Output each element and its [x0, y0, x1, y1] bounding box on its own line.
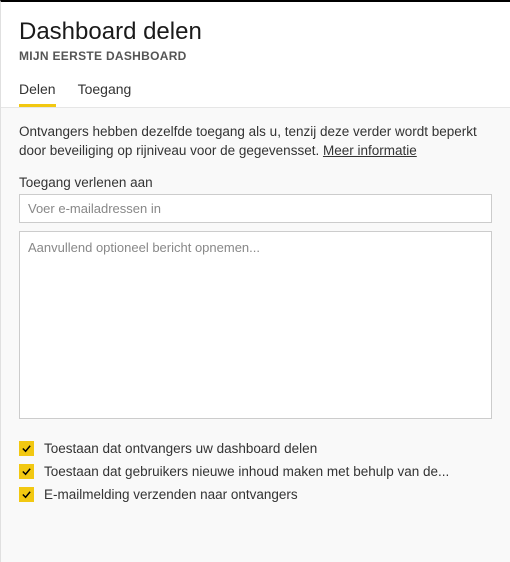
share-dashboard-panel: Dashboard delen MIJN EERSTE DASHBOARD De… — [1, 2, 510, 562]
checkmark-icon — [19, 487, 34, 502]
panel-title: Dashboard delen — [19, 18, 492, 47]
allow-build-checkbox-row[interactable]: Toestaan dat gebruikers nieuwe inhoud ma… — [19, 464, 492, 479]
email-addresses-input[interactable] — [19, 194, 492, 223]
share-options-group: Toestaan dat ontvangers uw dashboard del… — [19, 441, 492, 502]
panel-header: Dashboard delen MIJN EERSTE DASHBOARD De… — [1, 2, 510, 107]
send-email-checkbox-row[interactable]: E-mailmelding verzenden naar ontvangers — [19, 487, 492, 502]
tab-access[interactable]: Toegang — [78, 81, 132, 107]
share-description: Ontvangers hebben dezelfde toegang als u… — [19, 122, 492, 161]
dashboard-name-subtitle: MIJN EERSTE DASHBOARD — [19, 49, 492, 63]
allow-reshare-label: Toestaan dat ontvangers uw dashboard del… — [44, 441, 317, 456]
checkmark-icon — [19, 464, 34, 479]
send-email-label: E-mailmelding verzenden naar ontvangers — [44, 487, 298, 502]
allow-build-label: Toestaan dat gebruikers nieuwe inhoud ma… — [44, 464, 449, 479]
optional-message-textarea[interactable] — [19, 231, 492, 419]
tab-share[interactable]: Delen — [19, 81, 56, 107]
share-content: Ontvangers hebben dezelfde toegang als u… — [1, 107, 510, 562]
checkmark-icon — [19, 441, 34, 456]
tab-bar: Delen Toegang — [19, 81, 492, 107]
more-info-link[interactable]: Meer informatie — [323, 143, 417, 158]
grant-access-label: Toegang verlenen aan — [19, 175, 492, 190]
allow-reshare-checkbox-row[interactable]: Toestaan dat ontvangers uw dashboard del… — [19, 441, 492, 456]
